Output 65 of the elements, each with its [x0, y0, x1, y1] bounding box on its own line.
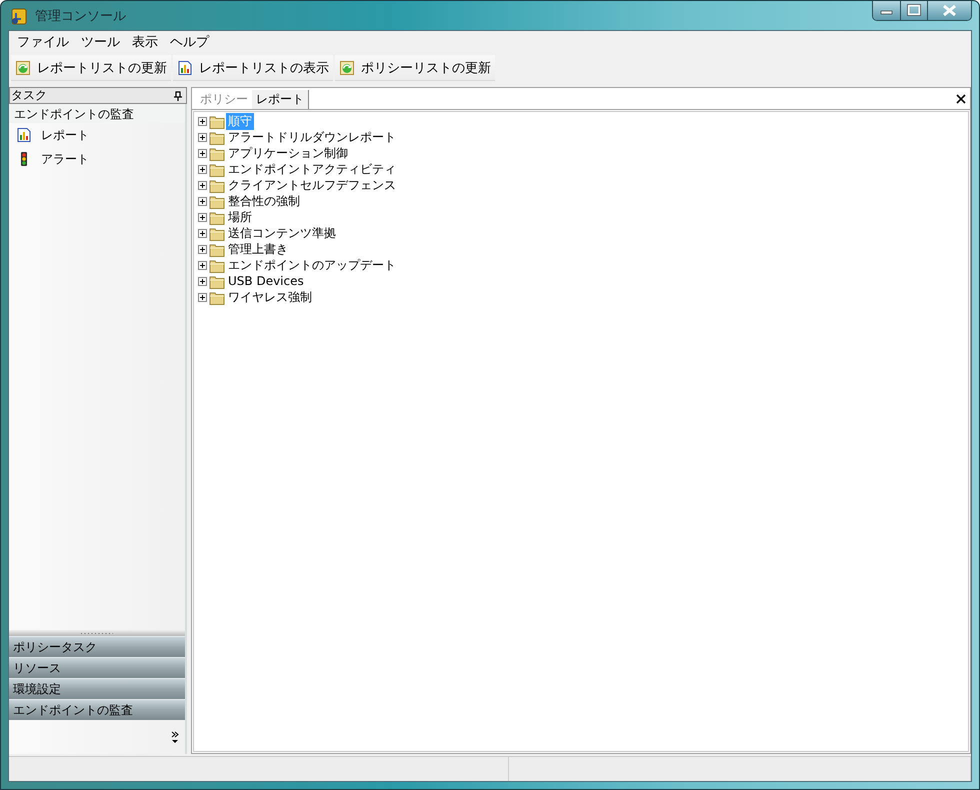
expand-icon[interactable] — [198, 132, 207, 142]
expand-icon[interactable] — [198, 244, 207, 254]
expand-icon[interactable] — [198, 292, 207, 302]
tree-item[interactable]: 場所 — [226, 208, 254, 226]
tree-item[interactable]: 整合性の強制 — [226, 192, 302, 210]
folder-icon — [209, 194, 225, 208]
pin-icon[interactable] — [174, 90, 182, 100]
toolbar-button[interactable]: ポリシーリストの更新 — [335, 55, 495, 81]
tree-item[interactable]: 送信コンテンツ準拠 — [226, 224, 338, 242]
task-link[interactable]: アラート — [41, 150, 89, 168]
folder-icon — [209, 178, 225, 192]
expand-icon[interactable] — [198, 148, 207, 158]
close-icon[interactable] — [927, 1, 971, 20]
tab[interactable]: レポート — [252, 90, 309, 109]
tree-item[interactable]: USB Devices — [226, 274, 306, 288]
folder-icon — [209, 162, 225, 176]
folder-icon — [209, 258, 225, 272]
tree-item[interactable]: クライアントセルフデフェンス — [226, 176, 398, 194]
menu-item[interactable]: ツール — [75, 33, 126, 51]
menu-item[interactable]: 表示 — [126, 33, 164, 51]
folder-icon — [209, 210, 225, 224]
tree-item[interactable]: 管理上書き — [226, 240, 290, 258]
chevron-menu-icon[interactable] — [171, 731, 179, 743]
splitter-grip-icon — [80, 632, 114, 634]
app-logo-icon — [9, 6, 29, 26]
folder-icon — [209, 226, 225, 240]
pane-title: タスク — [11, 87, 48, 104]
folder-icon — [209, 146, 225, 160]
folder-icon — [209, 242, 225, 256]
menu-item[interactable]: ファイル — [11, 33, 75, 51]
expand-icon[interactable] — [198, 164, 207, 174]
window-title: 管理コンソール — [35, 8, 126, 24]
expand-icon[interactable] — [198, 180, 207, 190]
tab[interactable]: ポリシー — [196, 90, 252, 109]
tree-item[interactable]: アプリケーション制御 — [226, 144, 350, 162]
nav-button[interactable]: エンドポイントの監査 — [9, 699, 185, 720]
refresh-icon — [15, 60, 31, 76]
expand-icon[interactable] — [198, 260, 207, 270]
folder-icon — [209, 114, 225, 128]
expand-icon[interactable] — [198, 276, 207, 286]
tree-item[interactable]: アラートドリルダウンレポート — [226, 128, 398, 146]
chart-report-icon — [16, 127, 32, 143]
toolbar-button[interactable]: レポートリストの更新 — [11, 55, 171, 81]
nav-button[interactable]: 環境設定 — [9, 678, 185, 699]
chart-report-icon — [177, 60, 193, 76]
nav-button[interactable]: リソース — [9, 657, 185, 678]
task-link[interactable]: レポート — [41, 126, 89, 144]
expand-icon[interactable] — [198, 196, 207, 206]
refresh-icon — [339, 60, 355, 76]
tree-item[interactable]: エンドポイントアクティビティ — [226, 160, 398, 178]
expand-icon[interactable] — [198, 228, 207, 238]
menu-item[interactable]: ヘルプ — [164, 33, 215, 51]
toolbar-button[interactable]: レポートリストの表示 — [173, 55, 333, 81]
expand-icon[interactable] — [198, 116, 207, 126]
folder-icon — [209, 290, 225, 304]
minimize-icon[interactable] — [873, 1, 900, 20]
tree-item[interactable]: エンドポイントのアップデート — [226, 256, 398, 274]
folder-icon — [209, 274, 225, 288]
section-title: エンドポイントの監査 — [14, 107, 134, 121]
tree-item[interactable]: ワイヤレス強制 — [226, 288, 314, 306]
maximize-icon[interactable] — [900, 1, 927, 20]
close-icon[interactable] — [956, 94, 966, 104]
nav-button[interactable]: ポリシータスク — [9, 636, 185, 657]
folder-icon — [209, 130, 225, 144]
expand-icon[interactable] — [198, 212, 207, 222]
